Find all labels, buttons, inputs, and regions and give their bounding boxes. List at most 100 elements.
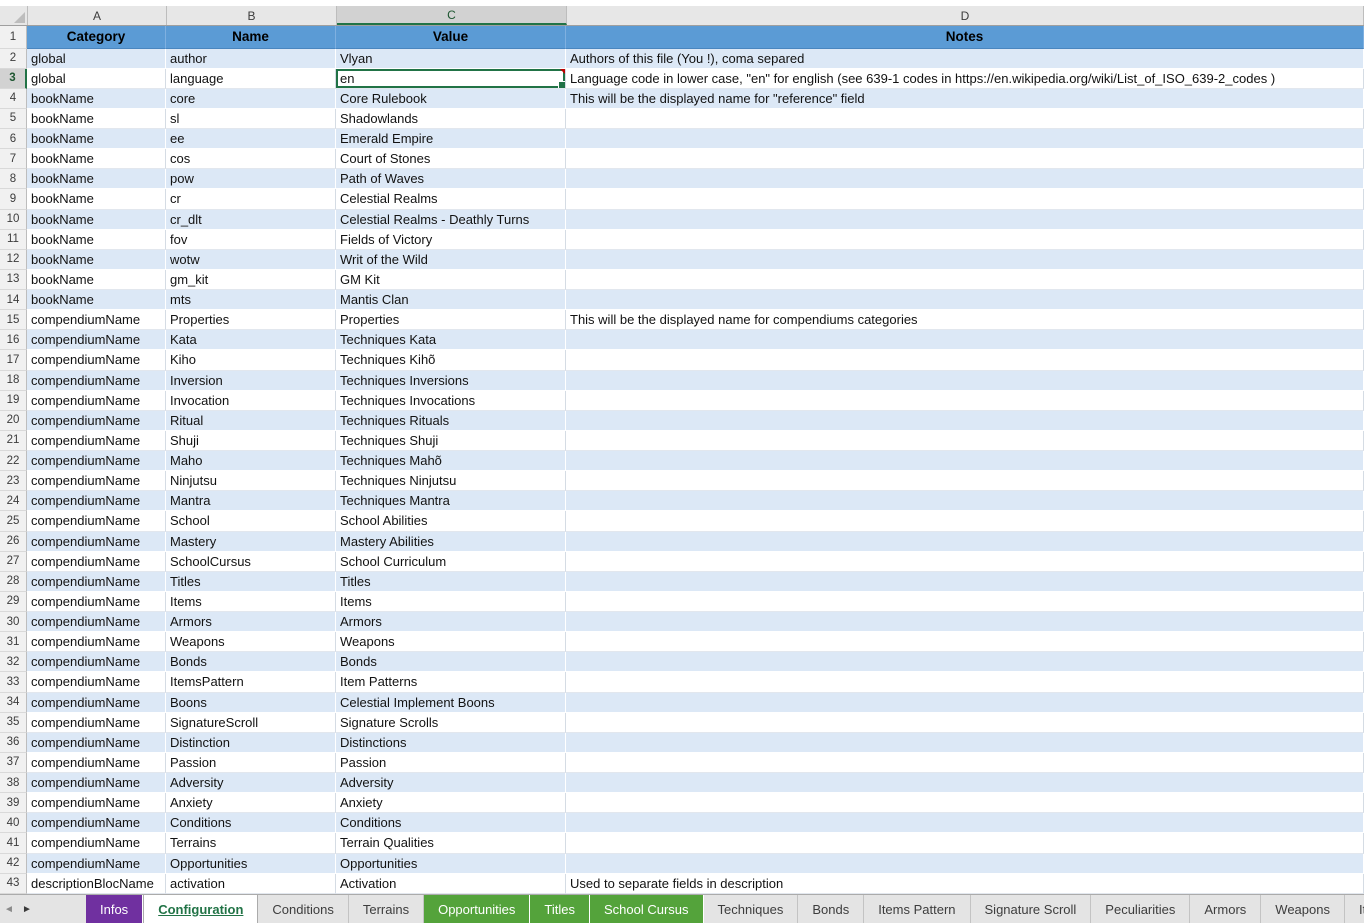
cell-C23[interactable]: Techniques Ninjutsu (336, 471, 566, 491)
cell-C38[interactable]: Adversity (336, 773, 566, 793)
sheet-tab-signature-scroll[interactable]: Signature Scroll (971, 895, 1092, 923)
cell-D14[interactable] (566, 290, 1364, 310)
row-number[interactable]: 32 (0, 652, 27, 672)
row-number[interactable]: 22 (0, 451, 27, 471)
row-number[interactable]: 11 (0, 230, 27, 250)
row-number[interactable]: 9 (0, 189, 27, 209)
cell-A12[interactable]: bookName (27, 250, 166, 270)
cell-B9[interactable]: cr (166, 189, 336, 209)
row-number[interactable]: 34 (0, 693, 27, 713)
cell-D5[interactable] (566, 109, 1364, 129)
row-number[interactable]: 25 (0, 511, 27, 531)
cell-C6[interactable]: Emerald Empire (336, 129, 566, 149)
row-number[interactable]: 13 (0, 270, 27, 290)
cell-B2[interactable]: author (166, 49, 336, 69)
cell-B5[interactable]: sl (166, 109, 336, 129)
cell-C16[interactable]: Techniques Kata (336, 330, 566, 350)
cell-A23[interactable]: compendiumName (27, 471, 166, 491)
sheet-tab-titles[interactable]: Titles (530, 895, 590, 923)
row-number[interactable]: 39 (0, 793, 27, 813)
cell-A17[interactable]: compendiumName (27, 350, 166, 370)
cell-C4[interactable]: Core Rulebook (336, 89, 566, 109)
fill-handle[interactable] (558, 81, 565, 88)
row-number[interactable]: 1 (0, 26, 27, 49)
cell-A33[interactable]: compendiumName (27, 672, 166, 692)
cell-D40[interactable] (566, 813, 1364, 833)
cell-A26[interactable]: compendiumName (27, 532, 166, 552)
cell-D9[interactable] (566, 189, 1364, 209)
cell-A30[interactable]: compendiumName (27, 612, 166, 632)
cell-B10[interactable]: cr_dlt (166, 210, 336, 230)
cell-A22[interactable]: compendiumName (27, 451, 166, 471)
cell-B34[interactable]: Boons (166, 693, 336, 713)
cell-B41[interactable]: Terrains (166, 833, 336, 853)
cell-B21[interactable]: Shuji (166, 431, 336, 451)
cell-C21[interactable]: Techniques Shuji (336, 431, 566, 451)
cell-A42[interactable]: compendiumName (27, 854, 166, 874)
sheet-tab-bonds[interactable]: Bonds (798, 895, 864, 923)
cell-D30[interactable] (566, 612, 1364, 632)
cell-C22[interactable]: Techniques Mahõ (336, 451, 566, 471)
cell-A29[interactable]: compendiumName (27, 592, 166, 612)
cell-B32[interactable]: Bonds (166, 652, 336, 672)
cell-C13[interactable]: GM Kit (336, 270, 566, 290)
cell-C39[interactable]: Anxiety (336, 793, 566, 813)
cell-D15[interactable]: This will be the displayed name for comp… (566, 310, 1364, 330)
cell-D28[interactable] (566, 572, 1364, 592)
cell-A2[interactable]: global (27, 49, 166, 69)
cell-C29[interactable]: Items (336, 592, 566, 612)
row-number[interactable]: 36 (0, 733, 27, 753)
row-number[interactable]: 35 (0, 713, 27, 733)
row-number[interactable]: 8 (0, 169, 27, 189)
cell-C17[interactable]: Techniques Kihõ (336, 350, 566, 370)
cell-A43[interactable]: descriptionBlocName (27, 874, 166, 894)
cell-C33[interactable]: Item Patterns (336, 672, 566, 692)
cell-A10[interactable]: bookName (27, 210, 166, 230)
cell-C11[interactable]: Fields of Victory (336, 230, 566, 250)
row-number[interactable]: 15 (0, 310, 27, 330)
sheet-tab-infos[interactable]: Infos (86, 895, 143, 923)
cell-C30[interactable]: Armors (336, 612, 566, 632)
cell-B23[interactable]: Ninjutsu (166, 471, 336, 491)
cell-D12[interactable] (566, 250, 1364, 270)
sheet-tab-armors[interactable]: Armors (1190, 895, 1261, 923)
cell-B20[interactable]: Ritual (166, 411, 336, 431)
column-header-c[interactable]: C (337, 6, 567, 25)
cell-B30[interactable]: Armors (166, 612, 336, 632)
cell-C2[interactable]: Vlyan (336, 49, 566, 69)
row-number[interactable]: 4 (0, 89, 27, 109)
cell-B27[interactable]: SchoolCursus (166, 552, 336, 572)
cell-B42[interactable]: Opportunities (166, 854, 336, 874)
select-all-corner[interactable] (0, 6, 28, 25)
row-number[interactable]: 18 (0, 371, 27, 391)
row-number[interactable]: 41 (0, 833, 27, 853)
cell-D38[interactable] (566, 773, 1364, 793)
row-number[interactable]: 26 (0, 532, 27, 552)
cell-B38[interactable]: Adversity (166, 773, 336, 793)
cell-D24[interactable] (566, 491, 1364, 511)
sheet-tab-terrains[interactable]: Terrains (349, 895, 424, 923)
row-number[interactable]: 30 (0, 612, 27, 632)
cell-A19[interactable]: compendiumName (27, 391, 166, 411)
cell-A5[interactable]: bookName (27, 109, 166, 129)
cell-A4[interactable]: bookName (27, 89, 166, 109)
cell-C3[interactable]: en (336, 69, 566, 89)
column-title-cell[interactable]: Name (166, 26, 336, 49)
cell-D2[interactable]: Authors of this file (You !), coma separ… (566, 49, 1364, 69)
cell-C18[interactable]: Techniques Inversions (336, 371, 566, 391)
cell-B25[interactable]: School (166, 511, 336, 531)
sheet-tab-peculiarities[interactable]: Peculiarities (1091, 895, 1190, 923)
cell-B36[interactable]: Distinction (166, 733, 336, 753)
cell-B14[interactable]: mts (166, 290, 336, 310)
sheet-tab-configuration[interactable]: Configuration (143, 895, 258, 923)
row-number[interactable]: 42 (0, 854, 27, 874)
cell-D29[interactable] (566, 592, 1364, 612)
tabs-scroll-left-icon[interactable]: ◄ (0, 895, 18, 923)
cell-D35[interactable] (566, 713, 1364, 733)
row-number[interactable]: 12 (0, 250, 27, 270)
cell-A7[interactable]: bookName (27, 149, 166, 169)
row-number[interactable]: 10 (0, 210, 27, 230)
cell-B33[interactable]: ItemsPattern (166, 672, 336, 692)
cell-B35[interactable]: SignatureScroll (166, 713, 336, 733)
cell-C28[interactable]: Titles (336, 572, 566, 592)
